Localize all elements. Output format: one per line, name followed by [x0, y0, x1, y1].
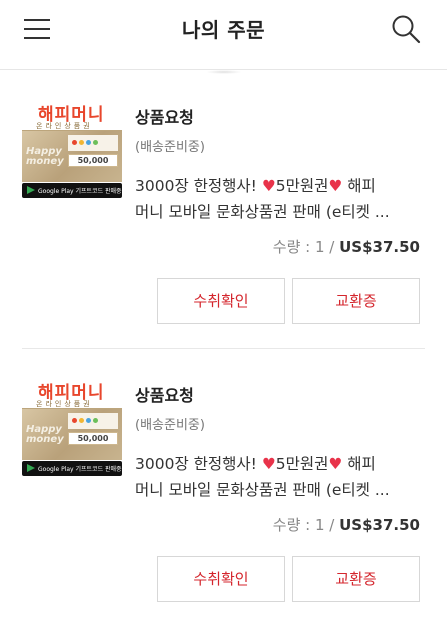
card-amount: 50,000: [68, 432, 118, 445]
search-icon[interactable]: [391, 14, 421, 44]
confirm-receipt-button[interactable]: 수취확인: [157, 556, 285, 602]
red-heart-icon: ♥: [261, 455, 276, 473]
order-status: 상품요청: [135, 108, 194, 127]
price: US$37.50: [339, 238, 420, 256]
product-text: 해피: [342, 177, 376, 195]
quantity-label: 수량 : 1 /: [272, 238, 340, 256]
exchange-voucher-button[interactable]: 교환증: [292, 278, 420, 324]
product-text: 5만원권: [275, 455, 329, 473]
red-heart-icon: ♥: [328, 455, 343, 473]
page-title: 나의 주문: [181, 18, 266, 42]
quantity-label: 수량 : 1 /: [272, 516, 340, 534]
red-heart-icon: ♥: [328, 177, 343, 195]
order-item[interactable]: 해피머니 온라인상품권 Happy money 50,000 Google Pl…: [0, 78, 447, 358]
divider: [22, 348, 425, 349]
product-name[interactable]: 3000장 한정행사! ♥5만원권♥ 해피 머니 모바일 문화상품권 판매 (e…: [135, 451, 425, 503]
order-status: 상품요청: [135, 386, 194, 405]
confirm-receipt-button[interactable]: 수취확인: [157, 278, 285, 324]
product-thumbnail[interactable]: 해피머니 온라인상품권 Happy money 50,000 Google Pl…: [22, 378, 122, 476]
order-item[interactable]: 해피머니 온라인상품권 Happy money 50,000 Google Pl…: [0, 356, 447, 622]
google-play-icon: [27, 186, 35, 194]
card-text: Happy money: [26, 146, 64, 167]
order-sub-status: (배송준비중): [135, 140, 205, 155]
header-shadow: [206, 70, 242, 74]
card-text: Happy money: [26, 424, 64, 445]
app-header: 나의 주문: [0, 0, 447, 70]
product-text: 해피: [342, 455, 376, 473]
product-text: 머니 모바일 문화상품권 판매 (e티켓 ...: [135, 203, 390, 221]
red-heart-icon: ♥: [261, 177, 276, 195]
gift-card-image: Happy money 50,000: [22, 130, 122, 182]
google-play-badge: Google Play 기프트코드 판매중: [22, 461, 122, 476]
price: US$37.50: [339, 516, 420, 534]
google-play-badge: Google Play 기프트코드 판매중: [22, 183, 122, 198]
google-play-icon: [27, 464, 35, 472]
store-label: Google Play 기프트코드 판매중: [38, 188, 122, 195]
product-text: 3000장 한정행사!: [135, 455, 262, 473]
product-text: 5만원권: [275, 177, 329, 195]
product-text: 머니 모바일 문화상품권 판매 (e티켓 ...: [135, 481, 390, 499]
quantity-price: 수량 : 1 / US$37.50: [273, 514, 420, 535]
product-name[interactable]: 3000장 한정행사! ♥5만원권♥ 해피 머니 모바일 문화상품권 판매 (e…: [135, 173, 425, 225]
card-amount: 50,000: [68, 154, 118, 167]
exchange-voucher-button[interactable]: 교환증: [292, 556, 420, 602]
store-label: Google Play 기프트코드 판매중: [38, 466, 122, 473]
quantity-price: 수량 : 1 / US$37.50: [273, 236, 420, 257]
gift-card-image: Happy money 50,000: [22, 408, 122, 460]
product-text: 3000장 한정행사!: [135, 177, 262, 195]
product-thumbnail[interactable]: 해피머니 온라인상품권 Happy money 50,000 Google Pl…: [22, 100, 122, 198]
order-sub-status: (배송준비중): [135, 418, 205, 433]
